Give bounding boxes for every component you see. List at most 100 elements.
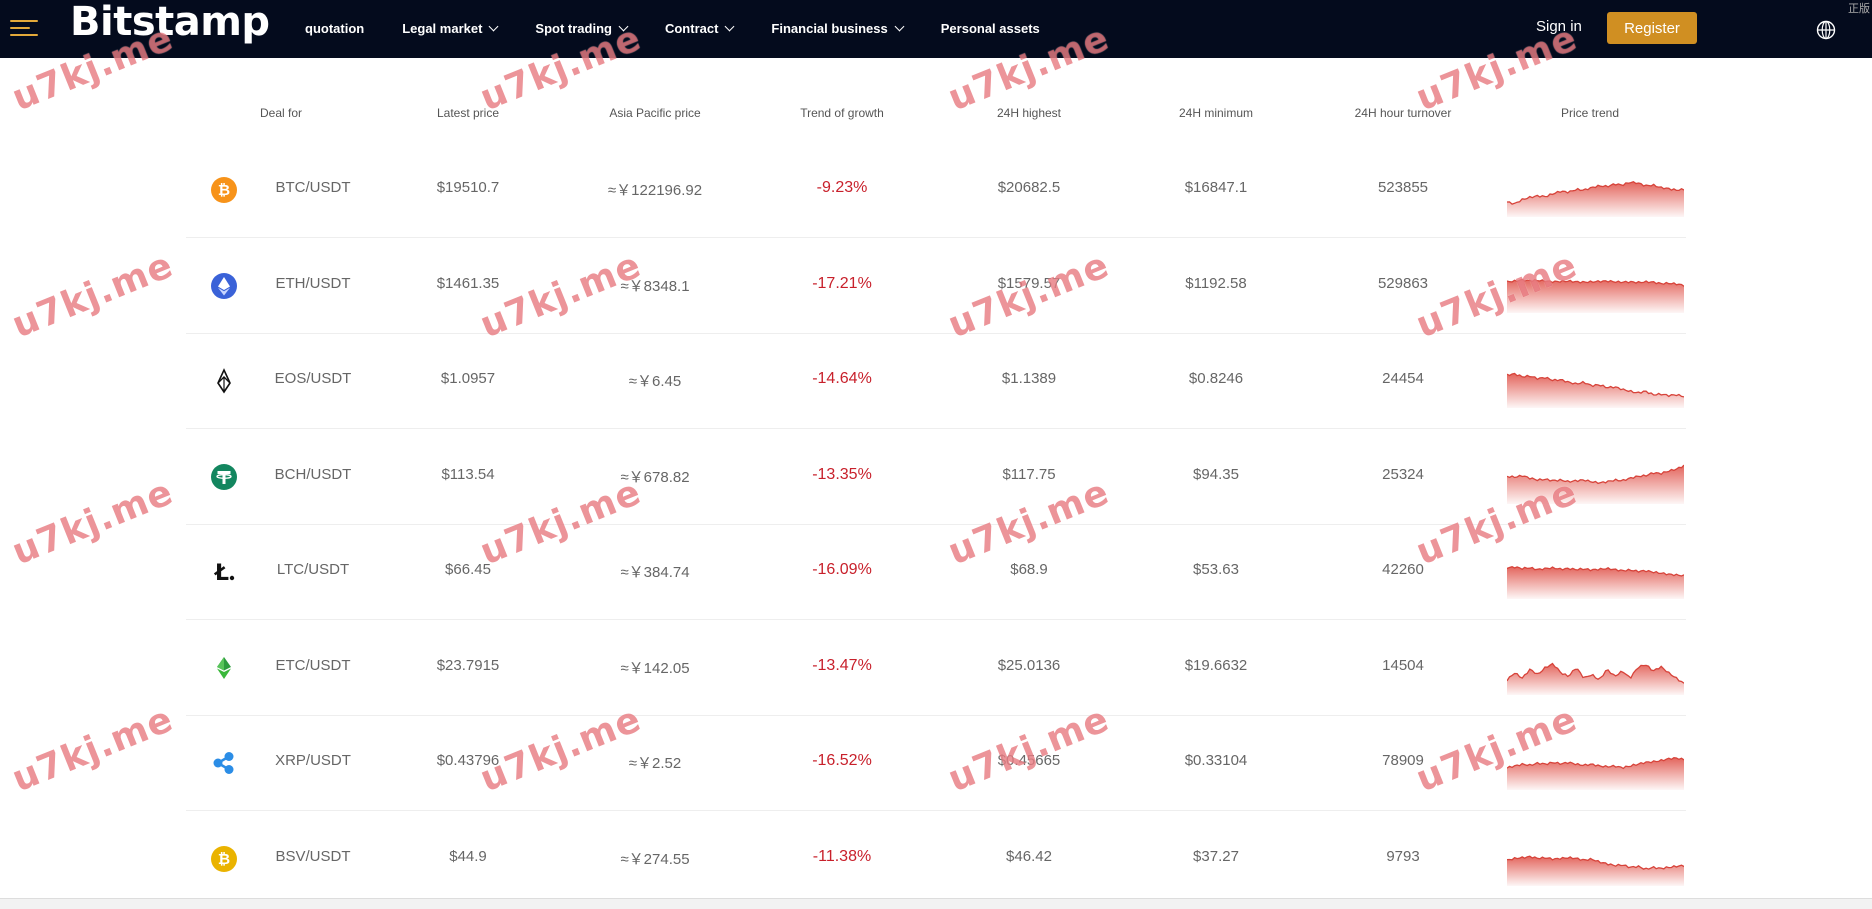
pair-name: EOS/USDT (274, 370, 352, 387)
minimum-24h: $0.33104 (1184, 752, 1248, 769)
highest-24h: $0.45665 (997, 752, 1061, 769)
watermark-text: u7kj.me (6, 244, 180, 347)
trend-of-growth: -17.21% (812, 274, 872, 292)
chevron-down-icon (894, 21, 905, 31)
latest-price: $66.45 (445, 561, 491, 578)
price-trend-sparkline (1507, 757, 1684, 790)
tether-icon (211, 463, 237, 490)
minimum-24h: $0.8246 (1188, 370, 1244, 387)
logo[interactable]: Bitstamp (70, 0, 270, 44)
corner-label: 正版 (1848, 3, 1870, 15)
table-row[interactable]: ETH/USDT $1461.35 ≈￥8348.1 -17.21% $1579.57 $… (186, 239, 1686, 334)
nav-item-spot-trading[interactable]: Spot trading (535, 21, 629, 36)
nav-item-contract[interactable]: Contract (665, 21, 735, 36)
chevron-down-icon (724, 21, 735, 31)
litecoin-icon: Ł (211, 559, 237, 585)
nav-item-financial-business[interactable]: Financial business (771, 21, 905, 36)
table-row[interactable]: BCH/USDT $113.54 ≈￥678.82 -13.35% $117.75 $94… (186, 430, 1686, 525)
turnover-24h: 78909 (1382, 752, 1424, 769)
pair-name: BTC/USDT (275, 179, 351, 196)
status-bar (0, 898, 1872, 909)
table-row[interactable]: XRP/USDT $0.43796 ≈￥2.52 -16.52% $0.45665 $0.… (186, 716, 1686, 811)
trend-of-growth: -14.64% (812, 370, 872, 387)
highest-24h: $1579.57 (997, 274, 1061, 292)
nav-item-quotation[interactable]: quotation (305, 21, 364, 36)
highest-24h: $68.9 (1010, 561, 1048, 578)
column-header: Price trend (1560, 106, 1620, 120)
turnover-24h: 25324 (1382, 465, 1424, 483)
table-row[interactable]: Ł LTC/USDT $66.45 ≈￥384.74 -16.09% $68.9 $53.6… (186, 525, 1686, 620)
latest-price: $44.9 (449, 847, 487, 865)
hamburger-menu-icon[interactable] (10, 18, 40, 38)
trend-of-growth: -11.38% (812, 847, 872, 865)
asia-pacific-price: ≈￥8348.1 (620, 277, 690, 295)
ethereum-classic-icon (211, 655, 237, 681)
table-row[interactable]: ₿ BTC/USDT $19510.7 ≈￥122196.92 -9.23% $20682… (186, 143, 1686, 238)
turnover-24h: 9793 (1386, 847, 1420, 865)
asia-pacific-price: ≈￥6.45 (628, 373, 682, 390)
pair-name: ETH/USDT (275, 274, 351, 292)
turnover-24h: 529863 (1377, 274, 1429, 292)
trend-of-growth: -13.47% (812, 656, 872, 674)
highest-24h: $1.1389 (1001, 370, 1057, 387)
highest-24h: $20682.5 (997, 179, 1061, 196)
price-trend-sparkline (1507, 278, 1684, 313)
bitcoin-icon: ₿ (211, 177, 237, 203)
price-trend-sparkline (1507, 855, 1684, 886)
asia-pacific-price: ≈￥384.74 (620, 564, 690, 581)
asia-pacific-price: ≈￥122196.92 (607, 182, 703, 199)
minimum-24h: $19.6632 (1184, 656, 1248, 674)
column-header: 24H highest (996, 106, 1062, 120)
trend-of-growth: -9.23% (816, 179, 868, 196)
asia-pacific-price: ≈￥678.82 (620, 468, 690, 486)
highest-24h: $25.0136 (997, 656, 1061, 674)
latest-price: $113.54 (441, 465, 495, 483)
pair-name: BCH/USDT (274, 465, 352, 483)
latest-price: $19510.7 (436, 179, 500, 196)
chevron-down-icon (618, 21, 629, 31)
minimum-24h: $53.63 (1193, 561, 1239, 578)
globe-icon[interactable] (1816, 20, 1836, 40)
watermark-text: u7kj.me (6, 698, 180, 801)
asia-pacific-price: ≈￥274.55 (620, 850, 690, 868)
table-row[interactable]: EOS/USDT $1.0957 ≈￥6.45 -14.64% $1.1389 $0.82… (186, 334, 1686, 429)
turnover-24h: 523855 (1377, 179, 1429, 196)
nav-item-personal-assets[interactable]: Personal assets (941, 21, 1040, 36)
sign-in-link[interactable]: Sign in (1536, 18, 1582, 35)
turnover-24h: 24454 (1382, 370, 1424, 387)
market-table: Deal for Latest price Asia Pacific price… (186, 100, 1686, 907)
turnover-24h: 42260 (1382, 561, 1424, 578)
column-header: Latest price (436, 106, 500, 120)
latest-price: $1461.35 (436, 274, 500, 292)
price-trend-sparkline (1507, 372, 1684, 408)
top-nav-bar: Bitstamp quotation Legal market Spot tra… (0, 0, 1872, 58)
bitcoin-sv-icon: ₿ (211, 845, 237, 872)
minimum-24h: $37.27 (1193, 847, 1239, 865)
latest-price: $0.43796 (436, 752, 500, 769)
trend-of-growth: -16.52% (812, 752, 872, 769)
latest-price: $23.7915 (436, 656, 500, 674)
price-trend-sparkline (1507, 662, 1684, 695)
pair-name: ETC/USDT (275, 656, 351, 674)
ripple-icon (211, 750, 237, 776)
eos-icon (211, 368, 237, 394)
register-button[interactable]: Register (1607, 12, 1697, 44)
turnover-24h: 14504 (1382, 656, 1424, 674)
trend-of-growth: -16.09% (812, 561, 872, 578)
nav-item-legal-market[interactable]: Legal market (402, 21, 499, 36)
pair-name: BSV/USDT (275, 847, 351, 865)
table-header: Deal for Latest price Asia Pacific price… (186, 100, 1686, 126)
ethereum-icon (211, 272, 237, 299)
table-row[interactable]: ₿ BSV/USDT $44.9 ≈￥274.55 -11.38% $46.42 $37.2… (186, 812, 1686, 907)
svg-text:₿: ₿ (218, 181, 230, 199)
column-header: Asia Pacific price (609, 106, 701, 120)
column-header: Deal for (259, 106, 303, 120)
asia-pacific-price: ≈￥2.52 (628, 755, 682, 772)
column-header: Trend of growth (800, 106, 884, 120)
minimum-24h: $16847.1 (1184, 179, 1248, 196)
table-row[interactable]: ETC/USDT $23.7915 ≈￥142.05 -13.47% $25.0136 $… (186, 621, 1686, 716)
main-nav: quotation Legal market Spot trading Cont… (305, 0, 1078, 56)
trend-of-growth: -13.35% (812, 465, 872, 483)
watermark-text: u7kj.me (6, 471, 180, 574)
svg-text:₿: ₿ (218, 850, 230, 868)
